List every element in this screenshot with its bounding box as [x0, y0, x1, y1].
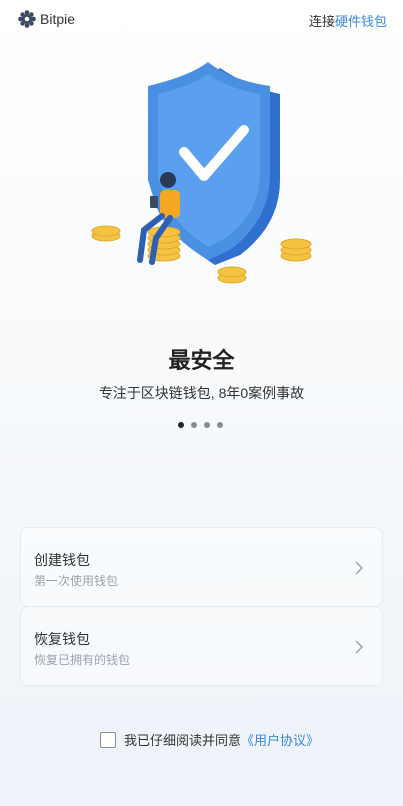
hero-illustration [80, 60, 330, 300]
hardware-wallet-link[interactable]: 硬件钱包 [335, 14, 387, 29]
create-wallet-button[interactable]: 创建钱包 第一次使用钱包 [20, 527, 383, 607]
chevron-right-icon [355, 640, 364, 654]
slide-title: 最安全 [168, 348, 235, 373]
connect-hardware-wallet-button[interactable]: 连接硬件钱包 [309, 11, 387, 30]
pagination-dot[interactable] [217, 422, 223, 428]
create-wallet-subtitle: 第一次使用钱包 [34, 574, 119, 588]
restore-wallet-title: 恢复钱包 [34, 631, 90, 647]
agreement-checkbox[interactable] [100, 731, 116, 748]
shield-illustration [91, 62, 312, 284]
brand-name: Bitpie [40, 11, 76, 27]
agreement-row: 我已仔细阅读并同意 《用户协议》 [100, 730, 319, 749]
brand: Bitpie [18, 10, 75, 28]
bitpie-logo-icon [18, 10, 36, 28]
user-agreement-link[interactable]: 《用户协议》 [241, 730, 319, 749]
restore-wallet-subtitle: 恢复已拥有的钱包 [34, 653, 131, 667]
slide-subtitle: 专注于区块链钱包, 8年0案例事故 [98, 385, 305, 401]
chevron-right-icon [355, 561, 364, 575]
pagination-dot[interactable] [204, 422, 210, 428]
top-bar: Bitpie 连接硬件钱包 [0, 0, 403, 40]
pagination-dot[interactable] [178, 422, 184, 428]
coin-stack-left [91, 225, 181, 262]
pagination-dot[interactable] [191, 422, 197, 428]
restore-wallet-button[interactable]: 恢复钱包 恢复已拥有的钱包 [20, 606, 383, 686]
connect-prefix: 连接 [308, 14, 335, 29]
pagination-dots [178, 422, 223, 428]
agreement-text: 我已仔细阅读并同意 [124, 733, 242, 748]
create-wallet-title: 创建钱包 [34, 552, 90, 568]
